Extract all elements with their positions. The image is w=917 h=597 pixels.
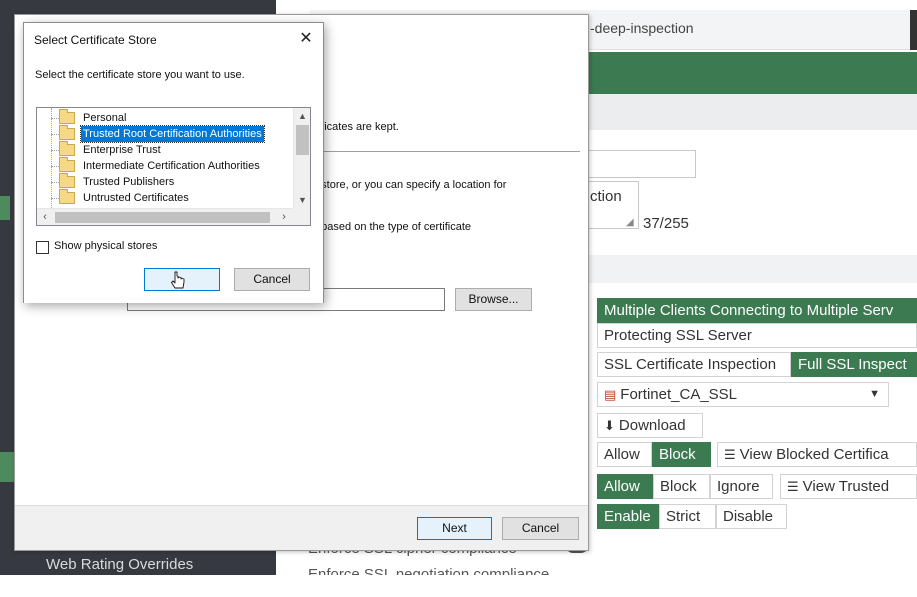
show-physical-stores-label[interactable]: Show physical stores — [54, 240, 157, 252]
view-blocked-label: View Blocked Certifica — [739, 446, 889, 463]
tree-item-intermediate[interactable]: Intermediate Certification Authorities — [37, 157, 293, 174]
option-protecting-ssl-server[interactable]: Protecting SSL Server — [597, 323, 917, 348]
folder-icon — [59, 173, 75, 188]
tree-connector — [51, 150, 59, 151]
tree-item-label: Trusted Publishers — [83, 176, 175, 188]
view-trusted-button[interactable]: ☰ View Trusted — [780, 474, 917, 499]
close-icon[interactable]: ✕ — [292, 27, 320, 51]
comments-text: ction — [590, 188, 622, 205]
view-trusted-label: View Trusted — [802, 478, 890, 495]
scroll-down-icon[interactable]: ▼ — [294, 192, 310, 208]
folder-icon — [59, 157, 75, 172]
download-button[interactable]: ⬇ Download — [597, 413, 703, 438]
resize-handle-icon[interactable]: ◢ — [626, 217, 634, 228]
view-blocked-certificates-button[interactable]: ☰ View Blocked Certifica — [717, 442, 917, 467]
vertical-scroll-thumb[interactable] — [296, 125, 309, 155]
sidebar-active-marker — [0, 452, 14, 482]
option-ignore[interactable]: Ignore — [710, 474, 773, 499]
folder-icon — [59, 109, 75, 124]
tree-item-untrusted[interactable]: Untrusted Certificates — [37, 189, 293, 206]
tree-item-label: Trusted Root Certification Authorities — [80, 125, 265, 143]
option-allow-1[interactable]: Allow — [597, 442, 652, 467]
sidebar-active-marker — [0, 196, 10, 220]
tree-item-enterprise-trust[interactable]: Enterprise Trust — [37, 141, 293, 158]
option-block-2[interactable]: Block — [653, 474, 710, 499]
download-icon: ⬇ — [604, 418, 615, 433]
header-edge — [910, 10, 917, 50]
folder-icon — [59, 125, 75, 140]
sidebar-item-web-rating-overrides[interactable]: Web Rating Overrides — [46, 556, 193, 573]
tree-connector — [51, 118, 59, 119]
dropdown-arrow-icon: ▼ — [869, 388, 880, 400]
tree-connector — [51, 166, 59, 167]
option-strict[interactable]: Strict — [659, 504, 716, 529]
list-icon: ☰ — [724, 447, 736, 462]
next-button[interactable]: Next — [417, 517, 492, 540]
browse-button[interactable]: Browse... — [455, 288, 532, 311]
tree-connector — [51, 198, 59, 199]
tree-connector — [51, 134, 59, 135]
tree-item-label: Enterprise Trust — [83, 144, 161, 156]
enforce-negotiation-label: Enforce SSL negotiation compliance — [308, 566, 550, 575]
certificate-icon: ▤ — [604, 387, 617, 402]
scrollbar-corner — [293, 208, 310, 225]
tree-list: Personal Trusted Root Certification Auth… — [37, 108, 293, 208]
wizard-cancel-button[interactable]: Cancel — [502, 517, 579, 540]
dialog-title: Select Certificate Store — [34, 33, 157, 47]
tree-item-label: Intermediate Certification Authorities — [83, 160, 260, 172]
option-enable[interactable]: Enable — [597, 504, 659, 529]
ca-certificate-value: Fortinet_CA_SSL — [620, 386, 738, 403]
option-full-ssl-inspection[interactable]: Full SSL Inspect — [791, 352, 917, 377]
certificate-store-tree[interactable]: Personal Trusted Root Certification Auth… — [36, 107, 311, 226]
wizard-text-line-2: e store, or you can specify a location f… — [312, 179, 507, 191]
horizontal-scrollbar[interactable]: ‹ › — [37, 208, 293, 225]
mouse-cursor-icon — [171, 271, 185, 289]
list-icon: ☰ — [787, 479, 799, 494]
wizard-text-line-1: rtificates are kept. — [312, 121, 399, 133]
char-counter: 37/255 — [643, 215, 689, 232]
wizard-text-line-3: e based on the type of certificate — [312, 221, 471, 233]
tree-item-trusted-root[interactable]: Trusted Root Certification Authorities — [37, 125, 293, 143]
option-ssl-certificate-inspection[interactable]: SSL Certificate Inspection — [597, 352, 791, 377]
download-label: Download — [618, 417, 686, 434]
page-title: -deep-inspection — [590, 20, 694, 36]
tree-item-label: Personal — [83, 112, 127, 124]
name-input[interactable] — [584, 150, 696, 178]
option-allow-2[interactable]: Allow — [597, 474, 653, 499]
dialog-titlebar[interactable]: Select Certificate Store ✕ — [24, 23, 323, 55]
scroll-left-icon[interactable]: ‹ — [37, 209, 53, 225]
select-certificate-store-dialog: Select Certificate Store ✕ Select the ce… — [23, 22, 324, 303]
tree-connector — [51, 182, 59, 183]
folder-icon — [59, 189, 75, 204]
option-block-1[interactable]: Block — [652, 442, 711, 467]
tree-item-trusted-publishers[interactable]: Trusted Publishers — [37, 173, 293, 190]
horizontal-scroll-thumb[interactable] — [55, 212, 270, 223]
dialog-prompt: Select the certificate store you want to… — [35, 69, 245, 81]
scroll-right-icon[interactable]: › — [276, 209, 292, 225]
folder-icon — [59, 141, 75, 156]
option-disable[interactable]: Disable — [716, 504, 787, 529]
show-physical-stores-checkbox[interactable] — [36, 241, 49, 254]
cancel-button[interactable]: Cancel — [234, 268, 310, 291]
wizard-separator — [315, 151, 580, 152]
tree-item-label: Untrusted Certificates — [83, 192, 189, 204]
tree-item-personal[interactable]: Personal — [37, 109, 293, 126]
vertical-scrollbar[interactable]: ▲ ▼ — [293, 108, 310, 208]
option-multiple-clients[interactable]: Multiple Clients Connecting to Multiple … — [597, 298, 917, 323]
ca-certificate-select[interactable]: ▤ Fortinet_CA_SSL ▼ — [597, 382, 889, 407]
scroll-up-icon[interactable]: ▲ — [294, 108, 310, 124]
